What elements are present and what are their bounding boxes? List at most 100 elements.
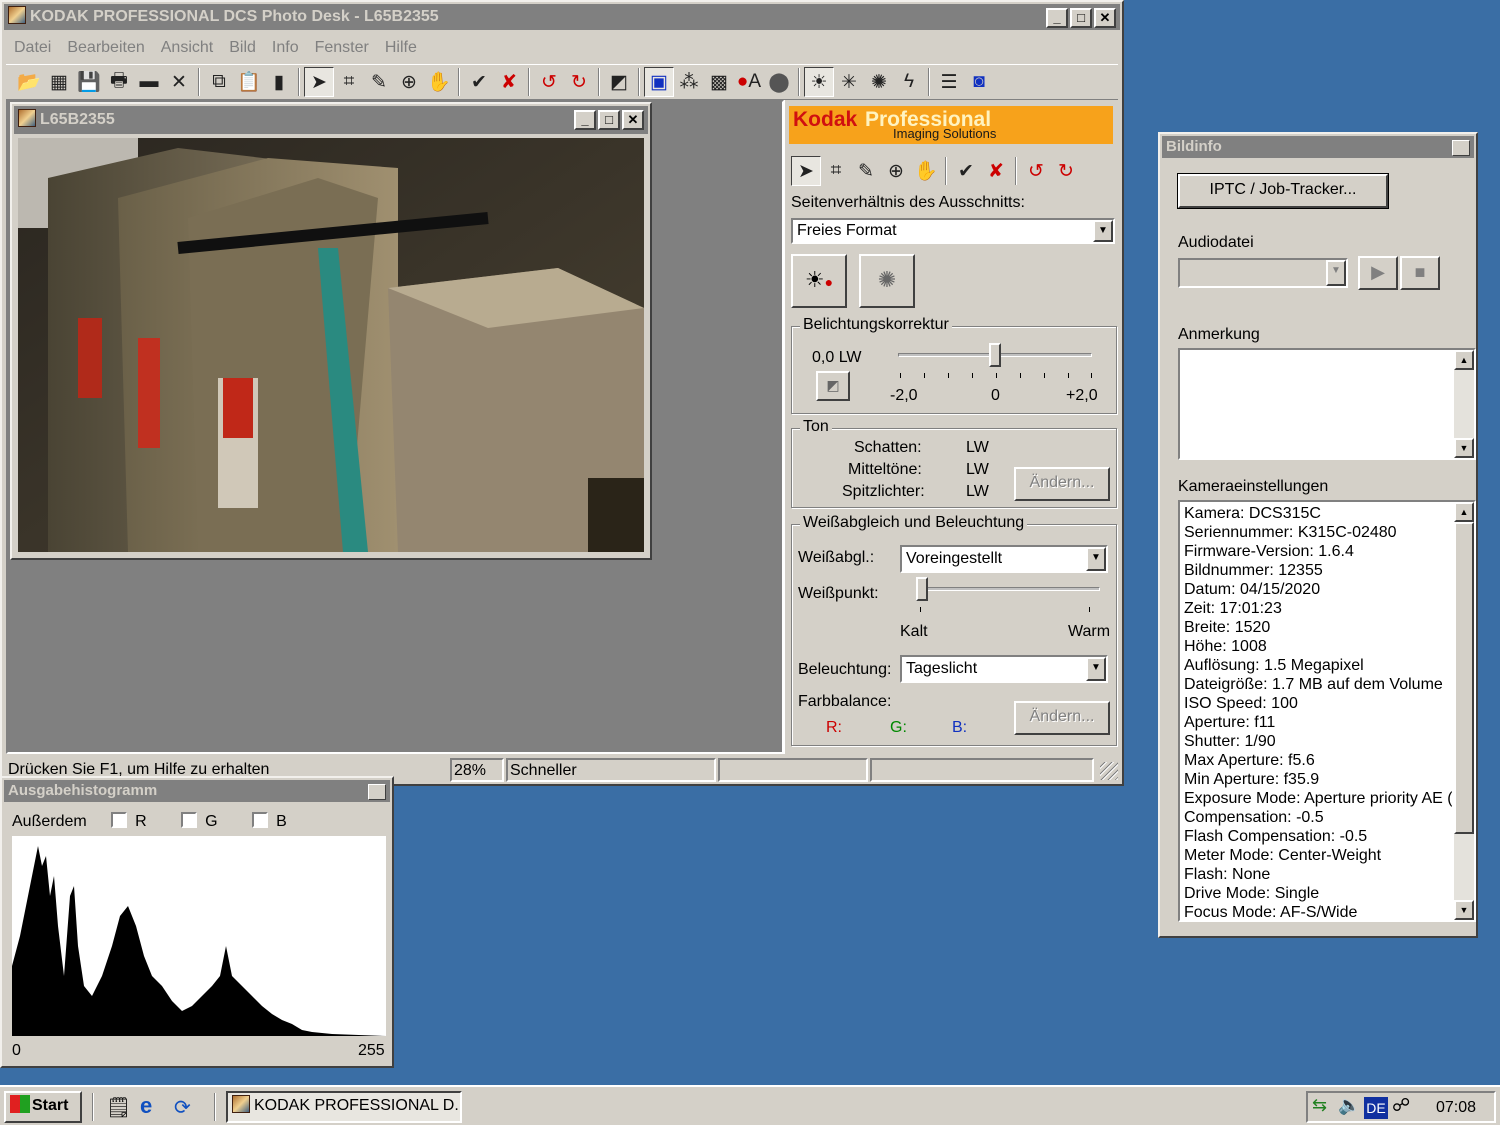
menu-hilfe[interactable]: Hilfe — [377, 36, 425, 60]
menu-bearbeiten[interactable]: Bearbeiten — [59, 36, 152, 60]
chevron-down-icon[interactable]: ▼ — [1093, 220, 1113, 242]
audio-stop-button[interactable]: ■ — [1400, 256, 1440, 290]
panel-hand-icon[interactable]: ✋ — [911, 156, 941, 186]
start-button[interactable]: Start — [4, 1091, 82, 1123]
highlight-icon[interactable]: ✺ — [864, 67, 894, 97]
sharpen-icon[interactable]: ⁂ — [674, 67, 704, 97]
auto-balance-button[interactable]: ✺ — [859, 254, 915, 308]
camera-scroll-up-icon[interactable]: ▲ — [1454, 502, 1474, 522]
auto-exposure-button[interactable]: ☀● — [791, 254, 847, 308]
histogram-close-button[interactable]: ✕ — [368, 784, 386, 800]
exposure-slider-thumb[interactable] — [989, 343, 1001, 367]
noise-icon[interactable]: ▩ — [704, 67, 734, 97]
settings-icon[interactable]: ☰ — [934, 67, 964, 97]
preview-icon[interactable]: ▣ — [644, 67, 674, 97]
histogram-g-checkbox[interactable] — [181, 812, 198, 828]
panel-target-icon[interactable]: ⊕ — [881, 156, 911, 186]
tray-volume-icon[interactable]: 🔈 — [1338, 1095, 1360, 1116]
open-icon[interactable]: 📂 — [14, 67, 44, 97]
batch-icon[interactable]: ▦ — [44, 67, 74, 97]
audio-select[interactable]: ▼ — [1178, 258, 1348, 288]
note-scroll-down-icon[interactable]: ▼ — [1454, 438, 1474, 458]
camera-scrollbar[interactable]: ▲ ▼ — [1454, 502, 1474, 920]
panel-crop-icon[interactable]: ⌗ — [821, 156, 851, 186]
crop-icon[interactable]: ⌗ — [334, 67, 364, 97]
camera-scroll-down-icon[interactable]: ▼ — [1454, 900, 1474, 920]
camera-icon[interactable]: ◙ — [964, 67, 994, 97]
flash-icon[interactable]: ϟ — [894, 67, 924, 97]
target-icon[interactable]: ⊕ — [394, 67, 424, 97]
contrast-icon[interactable]: ✳ — [834, 67, 864, 97]
save-icon[interactable]: 💾 — [74, 67, 104, 97]
lighting-chevron-down-icon[interactable]: ▼ — [1086, 657, 1106, 681]
camera-scroll-thumb[interactable] — [1454, 522, 1474, 834]
histogram-b-checkbox[interactable] — [252, 812, 269, 828]
tone-change-button[interactable]: Ändern... — [1014, 467, 1110, 501]
minimize-button[interactable]: _ — [1046, 8, 1068, 28]
camera-settings-list[interactable]: Kamera: DCS315C Seriennummer: K315C-02480… — [1178, 500, 1476, 922]
histogram-r-checkbox[interactable] — [111, 812, 128, 828]
menu-fenster[interactable]: Fenster — [307, 36, 377, 60]
tray-network-icon[interactable]: ⇆ — [1312, 1095, 1327, 1116]
image-titlebar[interactable]: L65B2355 _ □ ✕ — [14, 106, 648, 134]
panel-eyedropper-icon[interactable]: ✎ — [851, 156, 881, 186]
crop-ratio-select[interactable]: Freies Format ▼ — [791, 218, 1115, 244]
image-minimize-button[interactable]: _ — [574, 110, 596, 130]
wb-select[interactable]: Voreingestellt ▼ — [900, 545, 1108, 573]
lighting-select[interactable]: Tageslicht ▼ — [900, 655, 1108, 683]
resize-grip-icon[interactable] — [1100, 762, 1118, 780]
brightness-icon[interactable]: ☀ — [804, 67, 834, 97]
balance-change-button[interactable]: Ändern... — [1014, 701, 1110, 735]
note-scroll-up-icon[interactable]: ▲ — [1454, 350, 1474, 370]
quicklaunch-desktop-icon[interactable]: 🗒 — [106, 1095, 132, 1121]
note-scrollbar[interactable]: ▲ ▼ — [1454, 350, 1474, 458]
histogram-titlebar[interactable]: Ausgabehistogramm ✕ — [4, 780, 390, 802]
tray-usb-icon[interactable]: ☍ — [1392, 1095, 1410, 1116]
panel-rotate-right-icon[interactable]: ↻ — [1051, 156, 1081, 186]
rotate-right-icon[interactable]: ↻ — [564, 67, 594, 97]
iptc-button[interactable]: IPTC / Job-Tracker... — [1177, 173, 1389, 209]
delete-icon[interactable]: ✕ — [164, 67, 194, 97]
clear-icon[interactable]: ▮ — [264, 67, 294, 97]
photo[interactable] — [18, 138, 644, 552]
eyedropper-icon[interactable]: ✎ — [364, 67, 394, 97]
close-button[interactable]: ✕ — [1094, 8, 1116, 28]
auto-color-icon[interactable]: ● A — [734, 67, 764, 97]
image-close-button[interactable]: ✕ — [622, 110, 644, 130]
wb-chevron-down-icon[interactable]: ▼ — [1086, 547, 1106, 571]
rotate-left-icon[interactable]: ↺ — [534, 67, 564, 97]
audio-chevron-down-icon[interactable]: ▼ — [1326, 260, 1346, 286]
pointer-icon[interactable]: ➤ — [304, 67, 334, 97]
menu-datei[interactable]: Datei — [6, 36, 59, 60]
copy-icon[interactable]: ⧉ — [204, 67, 234, 97]
maximize-button[interactable]: □ — [1070, 8, 1092, 28]
menu-info[interactable]: Info — [264, 36, 307, 60]
quicklaunch-channels-icon[interactable]: ⟳ — [174, 1095, 200, 1121]
whitepoint-slider-thumb[interactable] — [915, 577, 928, 601]
export-icon[interactable]: ▬ — [134, 67, 164, 97]
audio-play-button[interactable]: ▶ — [1358, 256, 1398, 290]
whitepoint-slider-track[interactable] — [916, 587, 1100, 591]
main-titlebar[interactable]: KODAK PROFESSIONAL DCS Photo Desk - L65B… — [4, 4, 1120, 30]
panel-cancel-icon[interactable]: ✘ — [981, 156, 1011, 186]
record-icon[interactable]: ⬤ — [764, 67, 794, 97]
paste-icon[interactable]: 📋 — [234, 67, 264, 97]
exposure-icon[interactable]: ◩ — [604, 67, 634, 97]
menu-ansicht[interactable]: Ansicht — [153, 36, 221, 60]
task-button-photodesk[interactable]: KODAK PROFESSIONAL D... — [226, 1091, 462, 1123]
tray-language-badge[interactable]: DE — [1364, 1097, 1388, 1119]
print-icon[interactable]: 🖶 — [104, 67, 134, 97]
cancel-icon[interactable]: ✘ — [494, 67, 524, 97]
quicklaunch-ie-icon[interactable]: e — [140, 1093, 166, 1119]
exposure-auto-button[interactable]: ◩ — [816, 371, 850, 401]
image-maximize-button[interactable]: □ — [598, 110, 620, 130]
hand-icon[interactable]: ✋ — [424, 67, 454, 97]
panel-rotate-left-icon[interactable]: ↺ — [1021, 156, 1051, 186]
apply-icon[interactable]: ✔ — [464, 67, 494, 97]
panel-pointer-icon[interactable]: ➤ — [791, 156, 821, 186]
menu-bild[interactable]: Bild — [221, 36, 264, 60]
bildinfo-close-button[interactable]: ✕ — [1452, 140, 1470, 156]
panel-apply-icon[interactable]: ✔ — [951, 156, 981, 186]
bildinfo-titlebar[interactable]: Bildinfo ✕ — [1162, 136, 1474, 158]
note-textarea[interactable]: ▲ ▼ — [1178, 348, 1476, 460]
